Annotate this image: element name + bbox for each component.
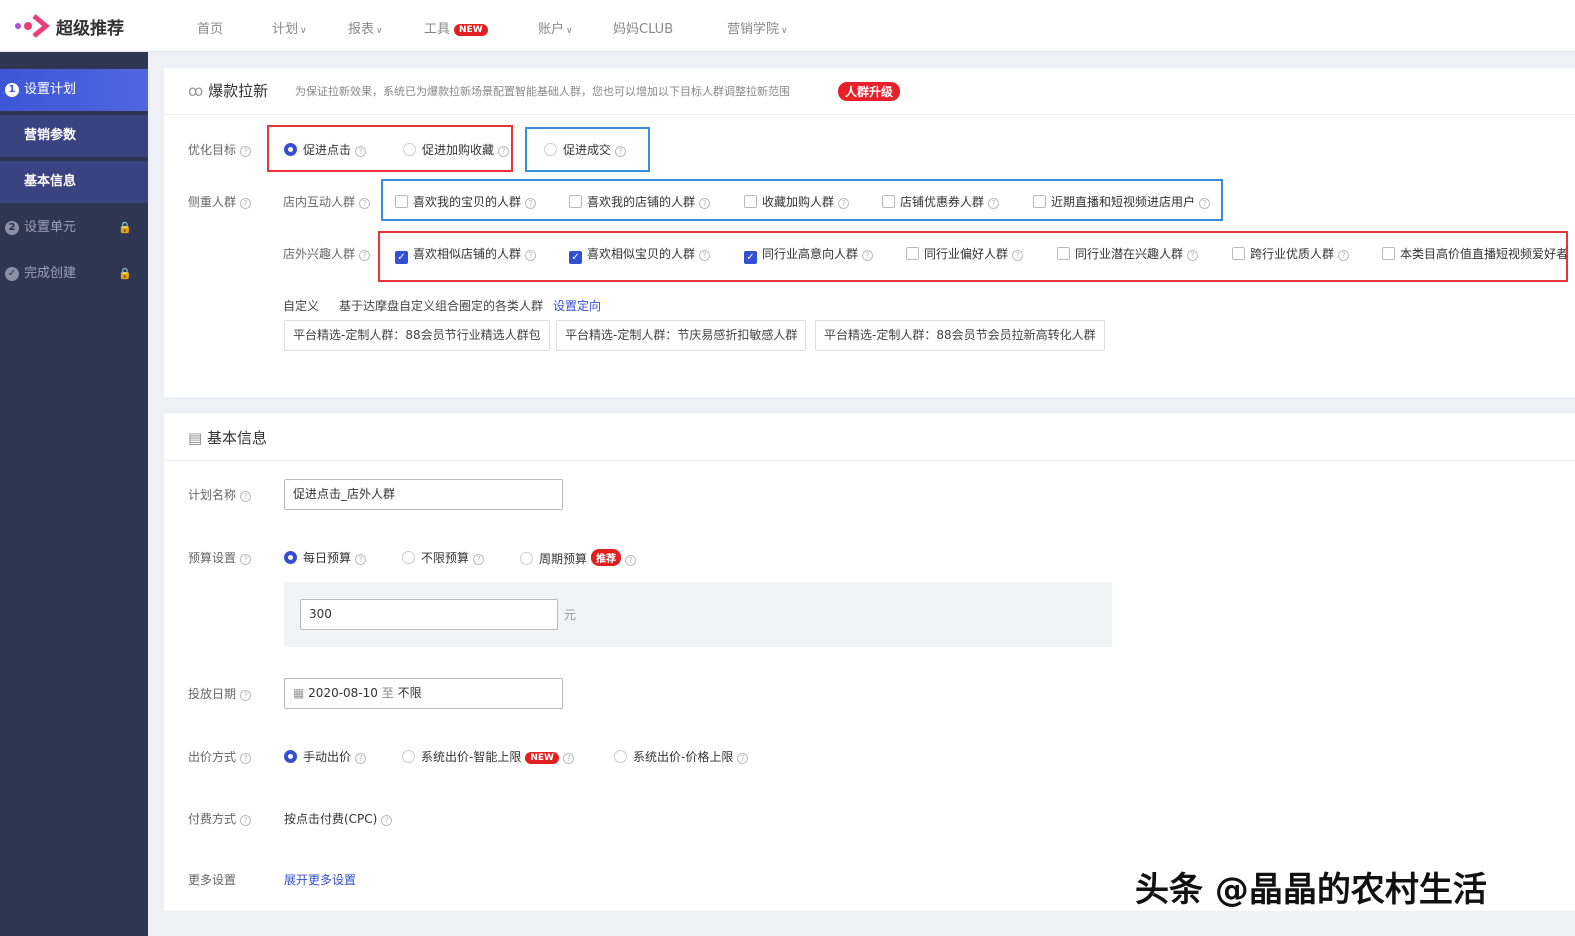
- custom-desc: 基于达摩盘自定义组合圈定的各类人群: [339, 299, 544, 313]
- budget-input[interactable]: 300: [300, 599, 558, 630]
- check-icon: ✓: [5, 267, 19, 281]
- outstore-label: 店外兴趣人群?: [283, 245, 371, 262]
- sidebar: 1 设置计划 营销参数 基本信息 2 设置单元 🔒 ✓ 完成创建 🔒: [0, 52, 148, 936]
- custom-tag[interactable]: 平台精选-定制人群：88会员节会员拉新高转化人群: [815, 320, 1105, 351]
- bid-manual-radio[interactable]: 手动出价?: [284, 748, 367, 765]
- top-nav: 超级推荐 首页 计划 ∨ 报表 ∨ 工具 NEW 账户 ∨ 妈妈CLUB 营销学院 ∨: [0, 0, 1575, 52]
- bid-price-cap-radio[interactable]: 系统出价-价格上限?: [614, 748, 749, 765]
- scene-card: ꝏ 爆款拉新 为保证拉新效果，系统已为爆款拉新场景配置智能基础人群，您也可以增加…: [164, 68, 1575, 397]
- pay-method-value: 按点击付费(CPC)?: [284, 810, 393, 827]
- bid-smart-radio[interactable]: 系统出价-智能上限 NEW?: [402, 748, 574, 765]
- highlight-box-red: [267, 125, 513, 172]
- set-targeting-link[interactable]: 设置定向: [553, 297, 601, 314]
- instore-label: 店内互动人群?: [283, 193, 371, 210]
- budget-period-radio[interactable]: 周期预算 推荐?: [520, 549, 637, 567]
- logo[interactable]: 超级推荐: [14, 13, 124, 39]
- step-complete[interactable]: ✓ 完成创建 🔒: [0, 253, 148, 295]
- watermark: 头条 @晶晶的农村生活: [1135, 870, 1487, 910]
- chevron-down-icon: ∨: [566, 26, 573, 36]
- lock-icon: 🔒: [118, 267, 132, 280]
- new-badge: NEW: [454, 24, 488, 36]
- nav-tools[interactable]: 工具 NEW: [424, 18, 488, 37]
- nav-mama-club[interactable]: 妈妈CLUB: [613, 18, 673, 37]
- recommend-badge: 推荐: [591, 549, 622, 566]
- nav-report[interactable]: 报表 ∨: [348, 18, 383, 37]
- logo-text: 超级推荐: [56, 18, 124, 39]
- scene-title: ꝏ 爆款拉新: [188, 82, 269, 100]
- sidebar-item-basic-info[interactable]: 基本信息: [0, 161, 148, 203]
- scene-desc: 为保证拉新效果，系统已为爆款拉新场景配置智能基础人群，您也可以增加以下目标人群调…: [295, 85, 790, 98]
- highlight-box-blue: [381, 179, 1223, 221]
- expand-more-settings-link[interactable]: 展开更多设置: [284, 871, 356, 888]
- upgrade-button[interactable]: 人群升级: [838, 82, 901, 101]
- plan-name-input[interactable]: 促进点击_店外人群: [284, 479, 563, 510]
- budget-panel: 300 元: [284, 582, 1112, 647]
- new-badge: NEW: [525, 752, 559, 764]
- scene-icon: ꝏ: [188, 82, 204, 100]
- nav-account[interactable]: 账户 ∨: [538, 18, 573, 37]
- highlight-box-blue: [525, 127, 650, 172]
- step-set-unit[interactable]: 2 设置单元 🔒: [0, 207, 148, 249]
- step-set-plan[interactable]: 1 设置计划: [0, 69, 148, 111]
- crowd-label: 侧重人群?: [188, 193, 252, 210]
- chevron-down-icon: ∨: [781, 26, 788, 36]
- basic-info-card: ▤ 基本信息 计划名称? 促进点击_店外人群 预算设置? 每日预算? 不限预算?…: [164, 413, 1575, 911]
- chevron-down-icon: ∨: [300, 26, 307, 36]
- date-range-input[interactable]: ▦ 2020-08-10 至 不限: [284, 678, 563, 709]
- calendar-icon: ▦: [293, 686, 305, 700]
- budget-daily-radio[interactable]: 每日预算?: [284, 549, 367, 566]
- logo-icon: [15, 14, 50, 38]
- custom-tag[interactable]: 平台精选-定制人群：节庆易感折扣敏感人群: [556, 320, 807, 351]
- custom-label: 自定义: [283, 299, 320, 313]
- document-icon: ▤: [188, 429, 203, 447]
- budget-unlimited-radio[interactable]: 不限预算?: [402, 549, 485, 566]
- nav-academy[interactable]: 营销学院 ∨: [727, 18, 788, 37]
- basic-info-title: ▤ 基本信息: [188, 429, 267, 447]
- nav-home[interactable]: 首页: [197, 18, 223, 37]
- nav-plan[interactable]: 计划 ∨: [272, 18, 307, 37]
- custom-tag[interactable]: 平台精选-定制人群：88会员节行业精选人群包: [284, 320, 550, 351]
- highlight-box-red: [378, 231, 1568, 282]
- goal-label: 优化目标?: [188, 141, 252, 158]
- chevron-down-icon: ∨: [376, 26, 383, 36]
- help-icon: ?: [240, 146, 252, 157]
- sidebar-item-marketing-params[interactable]: 营销参数: [0, 115, 148, 157]
- lock-icon: 🔒: [118, 221, 132, 234]
